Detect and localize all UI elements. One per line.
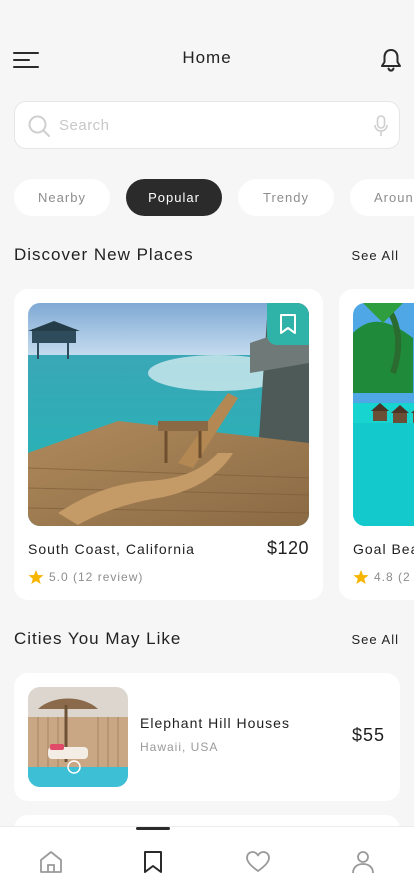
city-card[interactable]: Elephant Hill Houses Hawaii, USA $55	[14, 673, 400, 801]
search-input[interactable]	[59, 112, 359, 138]
place-name: Goal Bea	[353, 541, 414, 557]
app-header: Home	[0, 40, 414, 80]
page-title: Home	[182, 48, 232, 67]
bell-icon[interactable]	[380, 48, 402, 72]
active-tab-indicator	[136, 827, 170, 830]
rating-text: 4.8 (2	[374, 570, 411, 584]
places-carousel: South Coast, California $120 5.0 (12 rev…	[14, 289, 414, 601]
place-image	[28, 303, 309, 526]
filter-chips: Nearby Popular Trendy Aroun	[14, 179, 414, 217]
place-price: $120	[266, 538, 309, 558]
chip-nearby[interactable]: Nearby	[14, 179, 110, 216]
place-rating: 4.8 (2	[353, 568, 411, 586]
chip-around[interactable]: Aroun	[350, 179, 414, 216]
profile-icon[interactable]	[350, 849, 376, 875]
home-icon[interactable]	[38, 849, 64, 875]
city-image	[28, 687, 128, 787]
discover-header: Discover New Places See All	[14, 245, 400, 269]
section-title: Discover New Places	[14, 245, 194, 264]
star-icon	[353, 570, 369, 584]
see-all-link[interactable]: See All	[352, 248, 399, 263]
section-title: Cities You May Like	[14, 629, 182, 648]
place-card[interactable]: Goal Bea 4.8 (2	[339, 289, 414, 600]
city-location: Hawaii, USA	[140, 740, 219, 754]
bookmark-icon	[280, 314, 296, 334]
search-icon	[28, 115, 50, 137]
place-rating: 5.0 (12 review)	[28, 568, 143, 586]
chip-trendy[interactable]: Trendy	[238, 179, 334, 216]
city-name: Elephant Hill Houses	[140, 715, 290, 731]
place-name: South Coast, California	[28, 541, 195, 557]
rating-text: 5.0 (12 review)	[49, 570, 144, 584]
mic-icon[interactable]	[373, 115, 389, 137]
bottom-tab-bar	[0, 826, 414, 896]
chip-popular[interactable]: Popular	[126, 179, 222, 216]
bookmark-icon[interactable]	[140, 849, 166, 875]
cities-header: Cities You May Like See All	[14, 629, 400, 653]
place-card[interactable]: South Coast, California $120 5.0 (12 rev…	[14, 289, 323, 600]
see-all-link[interactable]: See All	[352, 632, 399, 647]
star-icon	[28, 570, 44, 584]
search-bar[interactable]	[14, 101, 400, 149]
place-image	[353, 303, 414, 526]
bookmark-button[interactable]	[267, 303, 309, 345]
city-price: $55	[351, 725, 385, 745]
heart-icon[interactable]	[245, 849, 271, 875]
